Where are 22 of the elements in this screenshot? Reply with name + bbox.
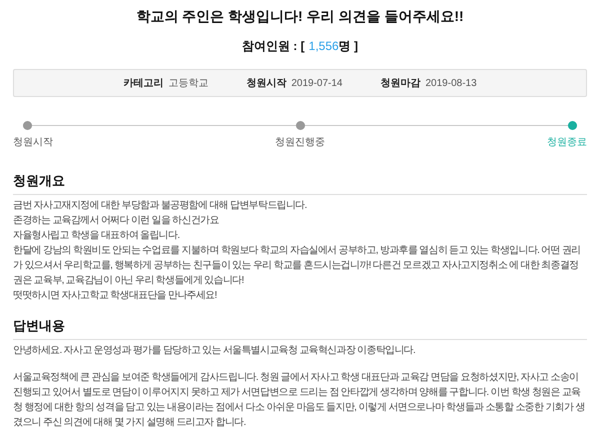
paragraph: 서울교육정책에 큰 관심을 보여준 학생들에게 감사드립니다. 청원 글에서 자사고 학생 대표단과 교육감 면담을 요청하셨지만, 자사고 소송이 진행되고 있어서 별도로 면담이 이루어지지 못하고 제가 서면답변으로 드리는 점 안타깝게 생각하며 양해를 구합니다. 이번 학생 청원은 교육청 행정에 대한 항의 성격을 담고 있는 내용이라는 점에서 다소 아쉬운 마음도 들지만, 이렇게 서면으로나마 학생들과 소통할 소중한 기회가 생겼으니 주신 의견에 대해 몇 가지 설명해 드리고자 합니다. — [13, 371, 586, 430]
stage-label: 청원진행중 — [275, 136, 325, 150]
paragraph: 자율형사립고 학생을 대표하여 올립니다. — [13, 229, 180, 243]
info-value: 2019-07-14 — [291, 76, 342, 90]
info-label: 청원마감 — [380, 76, 420, 90]
paragraph: 금번 자사고재지정에 대한 부당함과 불공평함에 대해 답변부탁드립니다. — [13, 199, 308, 213]
info-value: 고등학교 — [168, 76, 208, 90]
info-value: 2019-08-13 — [426, 76, 477, 90]
paragraph: 떳떳하시면 자사고학교 학생대표단을 만나주세요! — [13, 289, 218, 303]
participants-label: 참여인원 : [ — [242, 38, 305, 55]
paragraph: 존경하는 교육감께서 어쩌다 이런 일을 하신건가요 — [13, 214, 220, 228]
paragraph: 안녕하세요. 자사고 운영성과 평가를 담당하고 있는 서울특별시교육청 교육혁신과장 이종탁입니다. — [13, 344, 416, 358]
info-label: 카테고리 — [123, 76, 164, 90]
participants-unit: 명 ] — [338, 38, 358, 55]
page-title: 학교의 주인은 학생입니다! 우리 의견을 들어주세요!! — [135, 7, 465, 26]
participants-count: 1,556 — [308, 38, 339, 55]
section-heading: 청원개요 — [13, 172, 587, 195]
stage-label: 청원시작 — [13, 136, 53, 150]
paragraph: 한달에 강남의 학원비도 안되는 수업료를 지불하며 학원보다 학교의 자습실에서 공부하고, 방과후를 열심히 듣고 있는 학생입니다. 어떤 권리가 있으셔서 우리학교를, 행복하게 공부하는 친구들이 있는 우리 학교를 흔드시는겁니까! 다른건 모르겠고 자사고지정취소 에 대한 최종결정권은 교육부, 교육감님이 아닌 우리 학생들에게 있습니다! — [13, 244, 582, 288]
stage-label: 청원종료 — [547, 136, 587, 150]
info-label: 청원시작 — [246, 76, 286, 90]
section-heading: 답변내용 — [13, 317, 587, 340]
